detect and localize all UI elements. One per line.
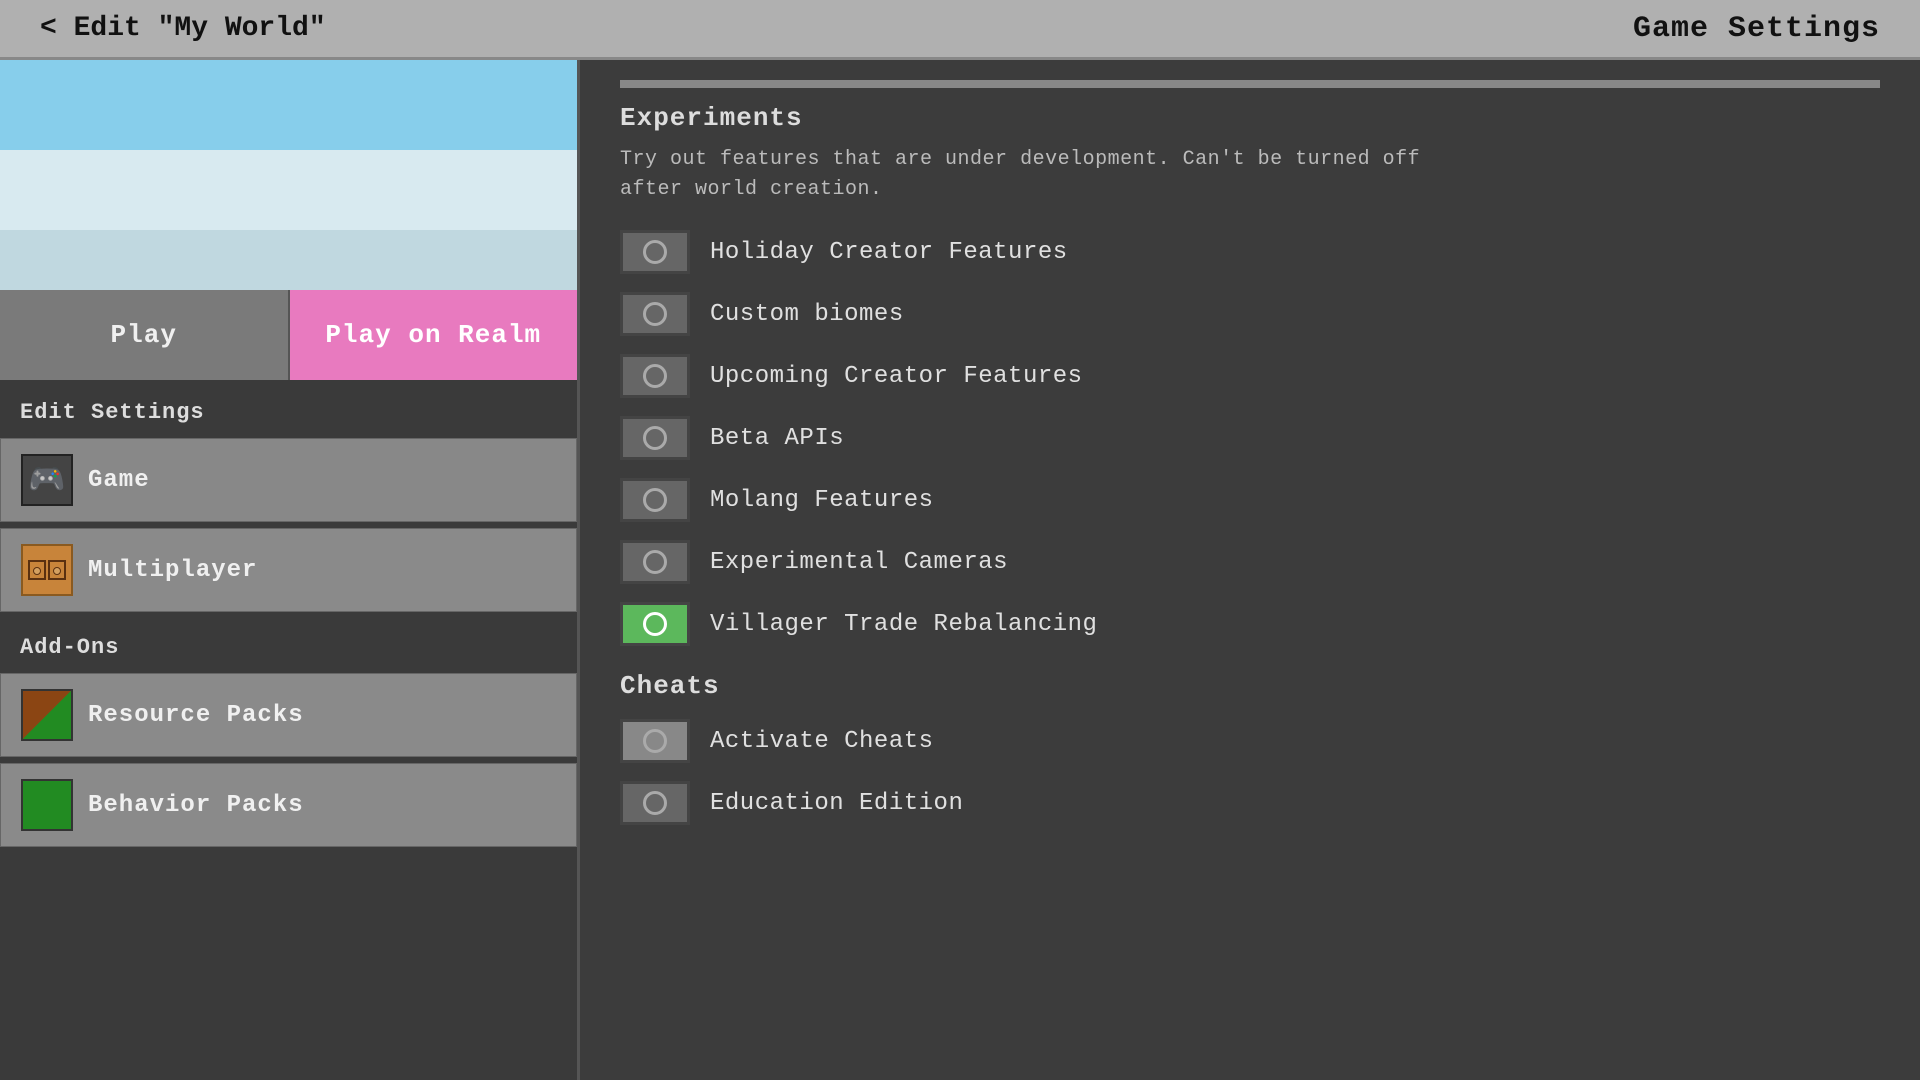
sidebar-item-game[interactable]: 🎮 Game bbox=[0, 438, 577, 522]
toggle-bg bbox=[623, 419, 687, 457]
toggle-activate-cheats[interactable] bbox=[620, 719, 690, 763]
toggle-item-villager-trade[interactable]: Villager Trade Rebalancing bbox=[620, 602, 1880, 646]
right-panel: Experiments Try out features that are un… bbox=[580, 60, 1920, 1080]
play-buttons-container: Play Play on Realm bbox=[0, 290, 577, 380]
experiments-title: Experiments bbox=[620, 103, 1880, 133]
multiplayer-label: Multiplayer bbox=[88, 557, 257, 584]
toggle-circle-icon bbox=[643, 488, 667, 512]
addons-label: Add-Ons bbox=[0, 615, 577, 670]
chest-icon-left bbox=[28, 560, 46, 580]
toggle-item-holiday-creator[interactable]: Holiday Creator Features bbox=[620, 230, 1880, 274]
toggle-item-beta-apis[interactable]: Beta APIs bbox=[620, 416, 1880, 460]
scroll-indicator-line bbox=[620, 80, 1880, 88]
molang-label: Molang Features bbox=[710, 487, 934, 514]
toggle-bg bbox=[623, 543, 687, 581]
left-panel: Play Play on Realm Edit Settings 🎮 Game … bbox=[0, 60, 580, 1080]
chest-icon-right bbox=[48, 560, 66, 580]
toggle-bg bbox=[623, 784, 687, 822]
toggle-bg bbox=[623, 722, 687, 760]
toggle-holiday-creator[interactable] bbox=[620, 230, 690, 274]
app-header: < Edit "My World" Game Settings bbox=[0, 0, 1920, 60]
cheats-title: Cheats bbox=[620, 671, 1880, 701]
back-label: < Edit "My World" bbox=[40, 13, 326, 44]
world-thumbnail bbox=[0, 60, 577, 290]
toggle-bg bbox=[623, 481, 687, 519]
toggle-item-activate-cheats[interactable]: Activate Cheats bbox=[620, 719, 1880, 763]
main-layout: Play Play on Realm Edit Settings 🎮 Game … bbox=[0, 60, 1920, 1080]
toggle-bg bbox=[623, 605, 687, 643]
toggle-education-edition[interactable] bbox=[620, 781, 690, 825]
toggle-item-education-edition[interactable]: Education Edition bbox=[620, 781, 1880, 825]
multiplayer-icon bbox=[21, 544, 73, 596]
sidebar-item-behavior-packs[interactable]: Behavior Packs bbox=[0, 763, 577, 847]
villager-trade-label: Villager Trade Rebalancing bbox=[710, 611, 1097, 638]
resource-packs-label: Resource Packs bbox=[88, 702, 304, 729]
toggle-upcoming-creator[interactable] bbox=[620, 354, 690, 398]
toggle-villager-trade[interactable] bbox=[620, 602, 690, 646]
toggle-bg bbox=[623, 233, 687, 271]
toggle-exp-cameras[interactable] bbox=[620, 540, 690, 584]
toggle-bg bbox=[623, 295, 687, 333]
resource-packs-icon bbox=[21, 689, 73, 741]
toggle-circle-icon bbox=[643, 791, 667, 815]
toggle-beta-apis[interactable] bbox=[620, 416, 690, 460]
toggle-circle-icon bbox=[643, 240, 667, 264]
upcoming-creator-label: Upcoming Creator Features bbox=[710, 363, 1083, 390]
behavior-packs-icon bbox=[21, 779, 73, 831]
sidebar-item-multiplayer[interactable]: Multiplayer bbox=[0, 528, 577, 612]
education-edition-label: Education Edition bbox=[710, 790, 963, 817]
play-button[interactable]: Play bbox=[0, 290, 290, 380]
toggle-item-exp-cameras[interactable]: Experimental Cameras bbox=[620, 540, 1880, 584]
toggle-molang[interactable] bbox=[620, 478, 690, 522]
custom-biomes-label: Custom biomes bbox=[710, 301, 904, 328]
behavior-packs-label: Behavior Packs bbox=[88, 792, 304, 819]
beta-apis-label: Beta APIs bbox=[710, 425, 844, 452]
toggle-item-molang[interactable]: Molang Features bbox=[620, 478, 1880, 522]
toggle-circle-icon bbox=[643, 426, 667, 450]
toggle-item-custom-biomes[interactable]: Custom biomes bbox=[620, 292, 1880, 336]
play-on-realm-button[interactable]: Play on Realm bbox=[290, 290, 578, 380]
toggle-custom-biomes[interactable] bbox=[620, 292, 690, 336]
holiday-creator-label: Holiday Creator Features bbox=[710, 239, 1068, 266]
toggle-circle-icon bbox=[643, 550, 667, 574]
toggle-circle-icon bbox=[643, 612, 667, 636]
game-label: Game bbox=[88, 467, 150, 494]
activate-cheats-label: Activate Cheats bbox=[710, 728, 934, 755]
toggle-bg bbox=[623, 357, 687, 395]
back-button[interactable]: < Edit "My World" bbox=[40, 13, 326, 44]
page-title: Game Settings bbox=[1633, 12, 1880, 46]
chest-pair-icon bbox=[28, 560, 66, 580]
edit-settings-label: Edit Settings bbox=[0, 380, 577, 435]
toggle-item-upcoming-creator[interactable]: Upcoming Creator Features bbox=[620, 354, 1880, 398]
toggle-circle-icon bbox=[643, 729, 667, 753]
exp-cameras-label: Experimental Cameras bbox=[710, 549, 1008, 576]
toggle-circle-icon bbox=[643, 302, 667, 326]
toggle-circle-icon bbox=[643, 364, 667, 388]
experiments-description: Try out features that are under developm… bbox=[620, 145, 1440, 205]
sidebar-item-resource-packs[interactable]: Resource Packs bbox=[0, 673, 577, 757]
controller-icon: 🎮 bbox=[21, 454, 73, 506]
